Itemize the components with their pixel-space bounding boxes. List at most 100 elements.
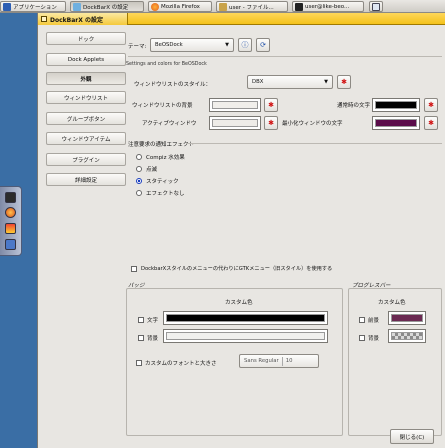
effect-blink-label: 点滅	[146, 167, 158, 173]
sidebar-item-group-button[interactable]: グループボタン	[46, 112, 126, 125]
sidebar-item-dock[interactable]: ドック	[46, 32, 126, 45]
progress-background-checkbox[interactable]	[359, 335, 365, 341]
taskbar-button-file-manager[interactable]: user - ファイル...	[216, 1, 288, 12]
theme-reload-button[interactable]: ⟳	[256, 38, 270, 52]
show-desktop-button[interactable]	[369, 1, 383, 12]
effect-blink-radio[interactable]	[136, 166, 142, 172]
progress-custom-color-label: カスタム色	[378, 300, 406, 306]
app-dock-icon[interactable]	[5, 223, 16, 234]
settings-sidebar: ドック Dock Applets 外観 ウィンドウリスト グループボタン ウィン…	[46, 32, 126, 202]
badge-font-checkbox[interactable]	[136, 360, 142, 366]
taskbar-button-dockbarx[interactable]: DockBarX の設定	[70, 1, 144, 12]
progress-foreground-color-button[interactable]	[388, 311, 426, 325]
minimized-text-label: 最小化ウィンドウの文字	[282, 121, 343, 127]
sidebar-item-label: ウィンドウアイテム	[61, 136, 111, 143]
active-window-color-button[interactable]	[209, 116, 261, 130]
normal-text-label: 通常時の文字	[337, 103, 371, 109]
checker-pattern	[391, 332, 423, 340]
effect-compiz-label: Compiz 水効果	[146, 155, 185, 161]
sidebar-item-appearance[interactable]: 外観	[46, 72, 126, 85]
progress-foreground-label: 前景	[368, 318, 380, 324]
window-title-tab[interactable]: DockBarX の設定	[38, 13, 128, 25]
sidebar-item-dock-applets[interactable]: Dock Applets	[46, 53, 126, 66]
window-titlebar[interactable]: DockBarX の設定	[38, 13, 445, 25]
theme-label: テーマ:	[128, 44, 147, 50]
effect-static-radio[interactable]	[136, 178, 142, 184]
top-panel: アプリケーション DockBarX の設定 Mozilla Firefox us…	[0, 0, 445, 13]
close-button-label: 閉じる(C)	[399, 434, 425, 441]
firefox-dock-icon[interactable]	[5, 207, 16, 218]
minimized-text-color-button[interactable]	[372, 116, 420, 130]
sidebar-item-label: 詳細設定	[74, 177, 97, 184]
applications-menu-button[interactable]: アプリケーション	[0, 1, 66, 12]
taskbar-button-firefox[interactable]: Mozilla Firefox	[148, 1, 212, 12]
dockbarx-icon	[73, 2, 81, 11]
reload-icon: ⟳	[260, 41, 266, 49]
window-list-background-reset-button[interactable]: ✱	[264, 98, 278, 112]
badge-background-label: 背景	[147, 336, 159, 342]
window-list-style-select[interactable]: DBX ▼	[247, 75, 333, 89]
sidebar-item-window-item[interactable]: ウィンドウアイテム	[46, 132, 126, 145]
effect-none-label: エフェクトなし	[146, 191, 185, 197]
badge-background-color-button[interactable]	[163, 329, 328, 343]
dockbarx-settings-window: DockBarX の設定 ドック Dock Applets 外観 ウィンドウリス…	[37, 13, 445, 448]
reset-icon: ✱	[268, 119, 274, 127]
badge-font-button[interactable]: Sans Regular 10	[239, 354, 319, 368]
progress-foreground-checkbox[interactable]	[359, 317, 365, 323]
chevron-down-icon: ▼	[324, 79, 328, 85]
apps-icon	[3, 2, 11, 11]
reset-icon: ✱	[428, 101, 434, 109]
window-list-background-label: ウィンドウリストの背景	[132, 103, 193, 109]
normal-text-reset-button[interactable]: ✱	[424, 98, 438, 112]
appearance-panel: テーマ: BeOSDock ▼ ⓘ ⟳ Settings and colors …	[126, 32, 444, 436]
color-fill	[212, 101, 258, 109]
theme-select[interactable]: BeOSDock ▼	[150, 38, 234, 52]
active-window-reset-button[interactable]: ✱	[264, 116, 278, 130]
taskbar-button-terminal[interactable]: user@like-beo...	[292, 1, 364, 12]
window-list-style-reset-button[interactable]: ✱	[337, 75, 351, 89]
progress-background-label: 背景	[368, 336, 380, 342]
files-dock-icon[interactable]	[5, 239, 16, 250]
terminal-dock-icon[interactable]	[5, 192, 16, 203]
attention-effect-heading: 注意要求の通知エフェクト	[128, 142, 195, 148]
divider	[281, 356, 283, 366]
sidebar-item-label: ドック	[77, 36, 95, 43]
reset-icon: ✱	[268, 101, 274, 109]
font-name: Sans Regular	[244, 358, 279, 364]
sidebar-item-window-list[interactable]: ウィンドウリスト	[46, 91, 126, 104]
badge-background-checkbox[interactable]	[138, 335, 144, 341]
sidebar-item-advanced[interactable]: 詳細設定	[46, 173, 126, 186]
badge-font-label: カスタムのフォントと大きさ	[145, 361, 217, 367]
sidebar-item-label: Dock Applets	[67, 56, 105, 63]
progress-background-color-button[interactable]	[388, 329, 426, 343]
separator	[128, 56, 442, 57]
side-dock	[0, 186, 22, 256]
taskbar-label-terminal: user@like-beo...	[305, 3, 350, 10]
badge-custom-color-label: カスタム色	[225, 300, 253, 306]
effect-none-radio[interactable]	[136, 190, 142, 196]
theme-settings-heading: Settings and colors for BeOSDock	[126, 62, 207, 67]
firefox-icon	[151, 2, 159, 11]
effect-compiz-radio[interactable]	[136, 154, 142, 160]
folder-icon	[219, 2, 227, 11]
minimized-text-reset-button[interactable]: ✱	[424, 116, 438, 130]
theme-info-button[interactable]: ⓘ	[238, 38, 252, 52]
terminal-icon	[295, 2, 303, 11]
badge-text-color-button[interactable]	[163, 311, 328, 325]
window-menu-icon[interactable]	[41, 16, 47, 22]
sidebar-item-plugins[interactable]: プラグイン	[46, 153, 126, 166]
gtk-menu-label: DockbarXスタイルのメニューの代わりにGTKメニュー（旧スタイル）を使用す…	[141, 266, 333, 272]
taskbar-label-firefox: Mozilla Firefox	[161, 3, 200, 10]
color-fill	[391, 314, 423, 322]
window-list-background-color-button[interactable]	[209, 98, 261, 112]
window-title: DockBarX の設定	[50, 16, 103, 24]
applications-menu-label: アプリケーション	[13, 4, 57, 11]
taskbar-label-file-manager: user - ファイル...	[229, 4, 274, 11]
badge-text-color-checkbox[interactable]	[138, 317, 144, 323]
desktop-icon	[372, 2, 380, 11]
gtk-menu-checkbox[interactable]	[131, 266, 137, 272]
active-window-label: アクティブウィンドウ	[142, 121, 197, 127]
badge-text-label: 文字	[147, 318, 159, 324]
close-button[interactable]: 閉じる(C)	[390, 429, 434, 444]
normal-text-color-button[interactable]	[372, 98, 420, 112]
